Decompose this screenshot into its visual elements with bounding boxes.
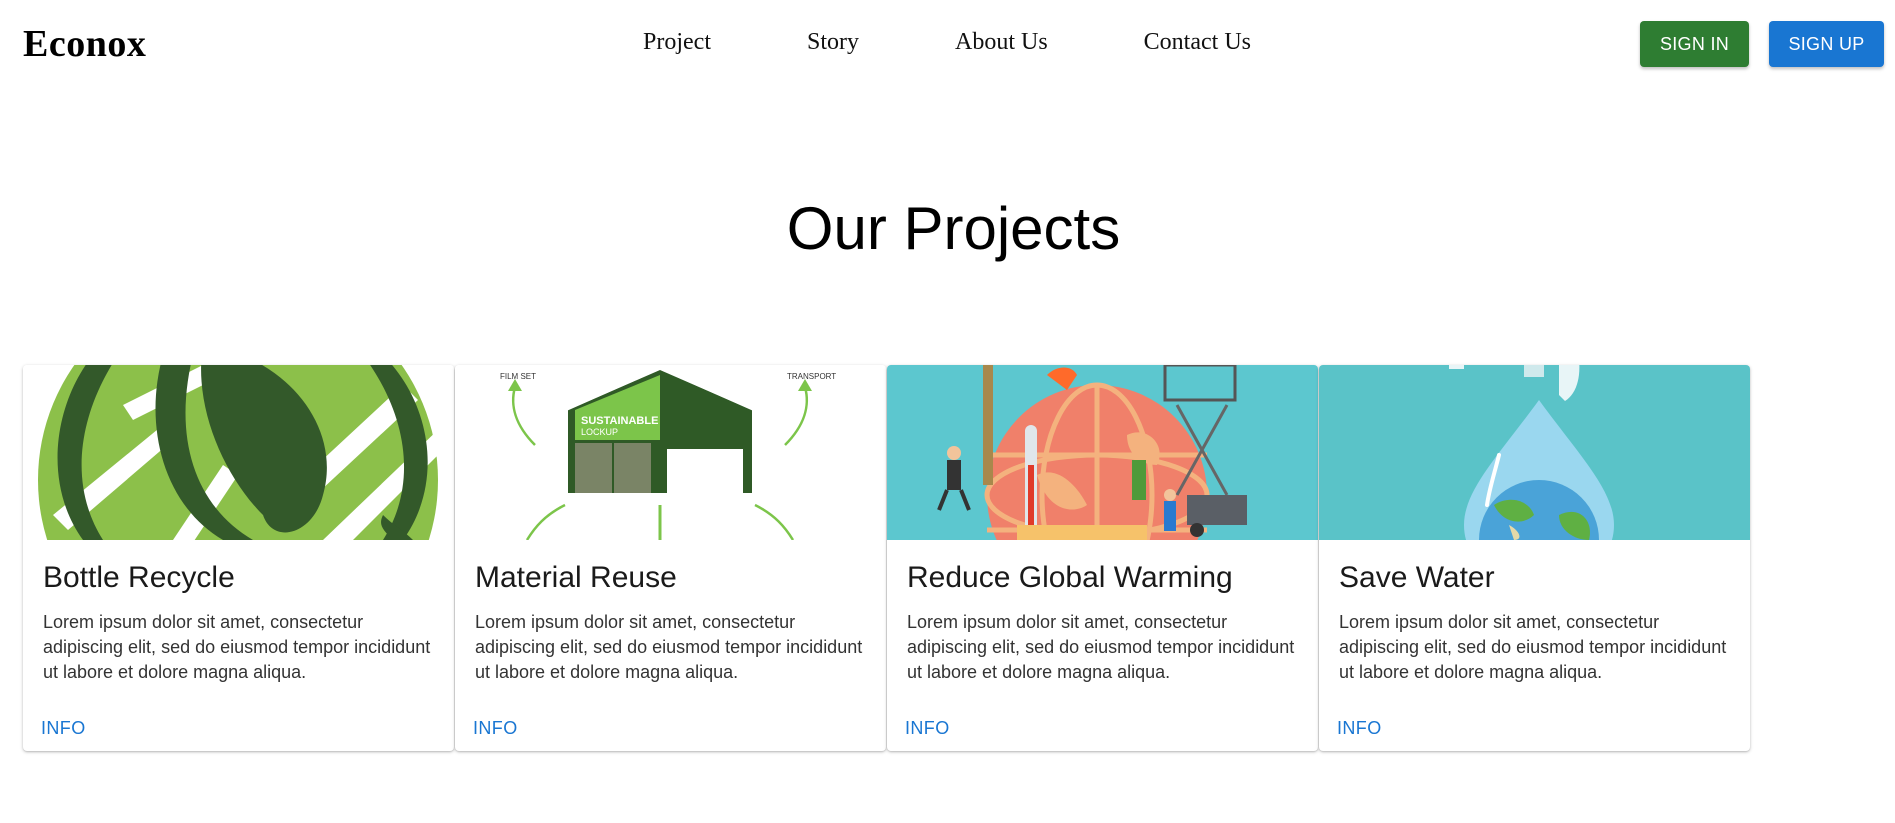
card-title: Save Water [1339,561,1495,594]
main-nav: Project Story About Us Contact Us [643,29,1251,56]
project-card-reduce-global-warming: Reduce Global Warming Lorem ipsum dolor … [887,365,1318,751]
info-button[interactable]: INFO [1337,718,1382,739]
project-card-save-water: Save Water Lorem ipsum dolor sit amet, c… [1319,365,1750,751]
project-cards: Bottle Recycle Lorem ipsum dolor sit ame… [23,365,1751,751]
card-title: Bottle Recycle [43,561,235,594]
nav-link-story[interactable]: Story [807,29,859,56]
sustainable-lockup-image[interactable]: FILM SET TRANSPORT SUSTAINABLE LOCKUP [455,365,886,540]
nav-link-project[interactable]: Project [643,29,711,56]
card-description: Lorem ipsum dolor sit amet, consectetur … [907,612,1295,682]
image-label-transport: TRANSPORT [787,372,836,381]
nav-link-about-us[interactable]: About Us [955,29,1048,56]
info-button[interactable]: INFO [473,718,518,739]
card-description: Lorem ipsum dolor sit amet, consectetur … [43,612,431,682]
card-description: Lorem ipsum dolor sit amet, consectetur … [1339,612,1727,682]
nav-link-contact-us[interactable]: Contact Us [1144,29,1251,56]
image-label-film-set: FILM SET [500,372,536,381]
water-drop-earth-image[interactable] [1319,365,1750,540]
navbar: Econox Project Story About Us Contact Us… [0,0,1895,88]
info-button[interactable]: INFO [41,718,86,739]
card-title: Reduce Global Warming [907,561,1233,594]
project-card-material-reuse: FILM SET TRANSPORT SUSTAINABLE LOCKUP Ma… [455,365,886,751]
project-card-bottle-recycle: Bottle Recycle Lorem ipsum dolor sit ame… [23,365,454,751]
sign-in-button[interactable]: SIGN IN [1640,21,1749,67]
card-title: Material Reuse [475,561,677,594]
globe-thermometer-image[interactable] [887,365,1318,540]
image-label-sustainable: SUSTAINABLE [581,415,658,427]
recycle-leaf-image[interactable] [23,365,454,540]
image-label-lockup: LOCKUP [581,427,618,437]
sign-up-button[interactable]: SIGN UP [1769,21,1884,67]
page-title: Our Projects [786,195,1121,262]
logo[interactable]: Econox [23,22,146,66]
info-button[interactable]: INFO [905,718,950,739]
card-description: Lorem ipsum dolor sit amet, consectetur … [475,612,863,682]
